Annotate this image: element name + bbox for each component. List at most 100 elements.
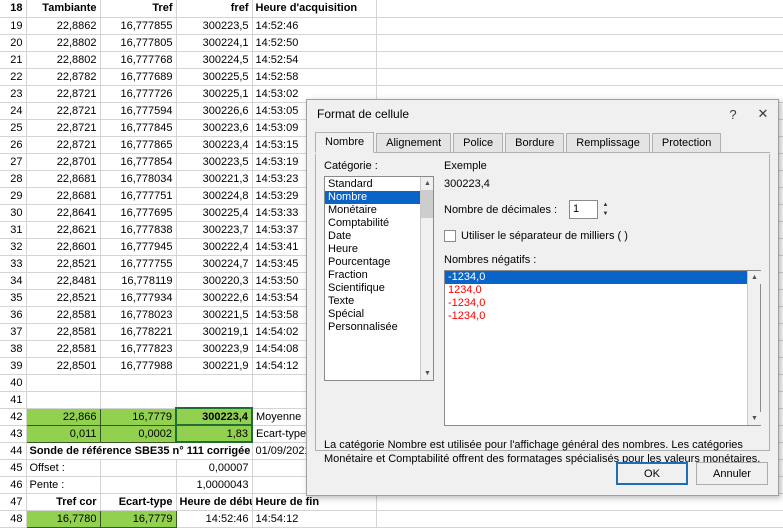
cell[interactable]: 0,011: [25, 424, 101, 443]
negative-format-item[interactable]: -1234,0: [445, 310, 760, 323]
tab-bordure[interactable]: Bordure: [505, 133, 565, 152]
cell[interactable]: 300219,1: [176, 323, 253, 341]
row-header[interactable]: 22: [0, 68, 27, 86]
cell[interactable]: 22,8501: [26, 357, 101, 375]
cell[interactable]: 16,777988: [100, 357, 177, 375]
cell[interactable]: 22,8681: [26, 187, 101, 205]
category-item[interactable]: Date: [325, 230, 433, 243]
row-header[interactable]: 28: [0, 170, 27, 188]
table-row[interactable]: 19 22,8862 16,777855 300223,5 14:52:46: [0, 17, 783, 35]
chevron-up-icon[interactable]: ▲: [421, 177, 433, 190]
table-row[interactable]: 20 22,8802 16,777805 300224,1 14:52:50: [0, 34, 783, 52]
cell[interactable]: Tambiante: [26, 0, 101, 18]
cell[interactable]: 16,777805: [100, 34, 177, 52]
cell[interactable]: 300222,6: [176, 289, 253, 307]
cell[interactable]: 16,777934: [100, 289, 177, 307]
cell[interactable]: 300223,9: [176, 340, 253, 358]
row-header[interactable]: 18: [0, 0, 27, 18]
tab-alignement[interactable]: Alignement: [376, 133, 452, 152]
category-listbox[interactable]: Standard Nombre Monétaire Comptabilité Date H…: [324, 176, 434, 381]
cell[interactable]: 1,83: [175, 424, 253, 443]
cell[interactable]: 22,8521: [26, 255, 101, 273]
cell[interactable]: [26, 374, 101, 392]
row-header[interactable]: 33: [0, 255, 27, 273]
category-item[interactable]: Pourcentage: [325, 256, 433, 269]
decimals-stepper[interactable]: ▲ ▼: [597, 200, 613, 219]
cell[interactable]: [176, 374, 253, 392]
dialog-tabs[interactable]: Nombre Alignement Police Bordure Remplissage…: [315, 132, 770, 153]
cell[interactable]: Heure d'acquisition: [252, 0, 377, 18]
cell[interactable]: 300221,3: [176, 170, 253, 188]
cell[interactable]: 16,778221: [100, 323, 177, 341]
dialog-titlebar[interactable]: Format de cellule ? ✕: [307, 100, 778, 128]
cell[interactable]: 22,8802: [26, 51, 101, 69]
cell[interactable]: [376, 51, 783, 69]
cell[interactable]: 300223,5: [176, 153, 253, 171]
row-header[interactable]: 39: [0, 357, 27, 375]
row-header[interactable]: 19: [0, 17, 27, 35]
cell[interactable]: 300224,1: [176, 34, 253, 52]
cell[interactable]: 14:52:46: [176, 510, 253, 528]
cell[interactable]: 22,8701: [26, 153, 101, 171]
cell[interactable]: Sonde de référence SBE35 n° 111 corrigée: [26, 442, 253, 460]
cell[interactable]: 0,0002: [99, 424, 177, 443]
cell[interactable]: 300223,7: [176, 221, 253, 239]
cell[interactable]: 16,777726: [100, 85, 177, 103]
row-header[interactable]: 21: [0, 51, 27, 69]
cell[interactable]: 16,777755: [100, 255, 177, 273]
negatives-listbox[interactable]: -1234,0 1234,0 -1234,0 -1234,0 ▲ ▼: [444, 270, 761, 426]
cell[interactable]: [376, 17, 783, 35]
row-header[interactable]: 40: [0, 374, 27, 392]
cell[interactable]: 300224,7: [176, 255, 253, 273]
cell[interactable]: 22,8802: [26, 34, 101, 52]
cell[interactable]: 22,8581: [26, 306, 101, 324]
cell[interactable]: 14:52:46: [252, 17, 377, 35]
cell[interactable]: 16,777854: [100, 153, 177, 171]
row-header[interactable]: 29: [0, 187, 27, 205]
table-row[interactable]: 18 Tambiante Tref fref Heure d'acquisition: [0, 0, 783, 18]
category-scrollbar[interactable]: ▲ ▼: [420, 177, 433, 380]
cell[interactable]: 300225,5: [176, 68, 253, 86]
row-header[interactable]: 24: [0, 102, 27, 120]
cell[interactable]: [100, 374, 177, 392]
category-item[interactable]: Fraction: [325, 269, 433, 282]
table-row[interactable]: 48 16,7780 16,7779 14:52:46 14:54:12: [0, 509, 783, 528]
stepper-down-icon[interactable]: ▼: [598, 209, 613, 218]
cell[interactable]: 22,8721: [26, 119, 101, 137]
format-cells-dialog[interactable]: Format de cellule ? ✕ Nombre Alignement Po…: [306, 99, 779, 496]
cell[interactable]: 22,8721: [26, 85, 101, 103]
cell[interactable]: Heure de début: [176, 493, 253, 511]
cell[interactable]: 22,8581: [26, 323, 101, 341]
row-header[interactable]: 43: [0, 425, 27, 443]
category-item[interactable]: Standard: [325, 178, 433, 191]
category-item[interactable]: Nombre: [325, 191, 433, 204]
cell[interactable]: 16,777768: [100, 51, 177, 69]
category-item[interactable]: Spécial: [325, 308, 433, 321]
cell[interactable]: 22,8862: [26, 17, 101, 35]
table-row[interactable]: 22 22,8782 16,777689 300225,5 14:52:58: [0, 68, 783, 86]
cell[interactable]: 22,8481: [26, 272, 101, 290]
cell[interactable]: [100, 476, 177, 494]
chevron-down-icon[interactable]: ▼: [421, 367, 433, 380]
cell[interactable]: [376, 34, 783, 52]
row-header[interactable]: 37: [0, 323, 27, 341]
row-header[interactable]: 26: [0, 136, 27, 154]
cancel-button[interactable]: Annuler: [696, 462, 768, 485]
cell[interactable]: 16,778119: [100, 272, 177, 290]
cell[interactable]: 0,00007: [176, 459, 253, 477]
thousands-separator-checkbox[interactable]: Utiliser le séparateur de milliers ( ): [444, 230, 628, 242]
cell[interactable]: 22,866: [25, 407, 101, 426]
row-header[interactable]: 31: [0, 221, 27, 239]
cell[interactable]: 16,777845: [100, 119, 177, 137]
help-icon[interactable]: ?: [718, 100, 748, 128]
row-header[interactable]: 32: [0, 238, 27, 256]
row-header[interactable]: 48: [0, 510, 27, 528]
cell[interactable]: Ecart-type: [100, 493, 177, 511]
cell[interactable]: fref: [176, 0, 253, 18]
cell[interactable]: [376, 68, 783, 86]
negatives-scrollbar[interactable]: ▲ ▼: [747, 271, 761, 425]
cell[interactable]: 300221,5: [176, 306, 253, 324]
row-header[interactable]: 30: [0, 204, 27, 222]
cell[interactable]: 16,777945: [100, 238, 177, 256]
cell[interactable]: 16,7779: [99, 407, 177, 426]
